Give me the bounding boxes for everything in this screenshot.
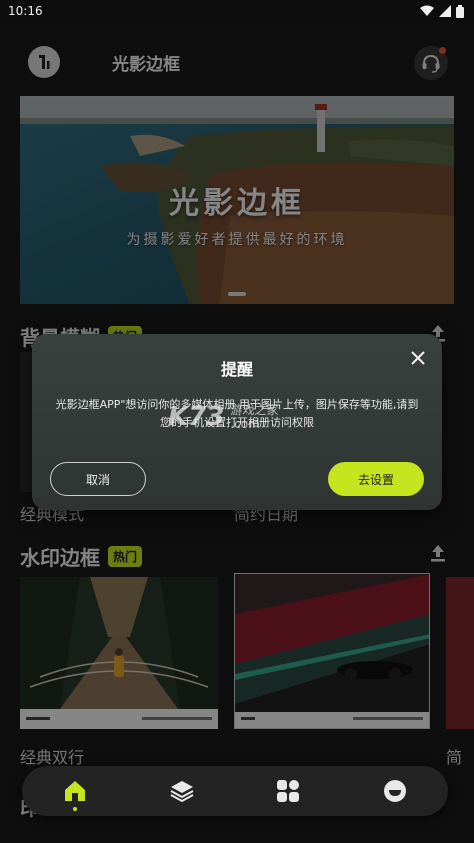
watermark-text: 游戏之家 .com [230,403,278,431]
wifi-icon [420,5,434,16]
battery-icon [456,4,464,18]
watermark-line2: .com [230,417,260,431]
status-bar: 10:16 [0,0,474,22]
app-screen: 光影边框 光影边框 为摄影爱好者提供最好的环境 经典模式 简约日期 水印边框 热… [0,22,474,843]
tab-templates[interactable] [268,771,308,811]
layers-icon [170,781,194,803]
profile-icon [383,780,406,802]
bottom-tab-bar [22,766,448,816]
watermark-line1: 游戏之家 [230,403,279,417]
go-to-settings-button[interactable]: 去设置 [328,462,424,496]
tab-home[interactable] [55,771,95,811]
tab-layers[interactable] [162,771,202,811]
cancel-button[interactable]: 取消 [50,462,146,496]
home-icon [65,781,86,801]
signal-icon [439,5,451,17]
dialog-title: 提醒 [220,360,253,379]
active-tab-indicator [73,807,78,811]
tab-profile[interactable] [375,771,415,811]
close-icon[interactable] [408,348,428,368]
status-icons [420,4,464,18]
watermark-logo: K73 [168,402,225,432]
status-time: 10:16 [8,4,43,18]
grid-icon [277,780,300,802]
site-watermark: K73 游戏之家 .com [168,402,278,432]
